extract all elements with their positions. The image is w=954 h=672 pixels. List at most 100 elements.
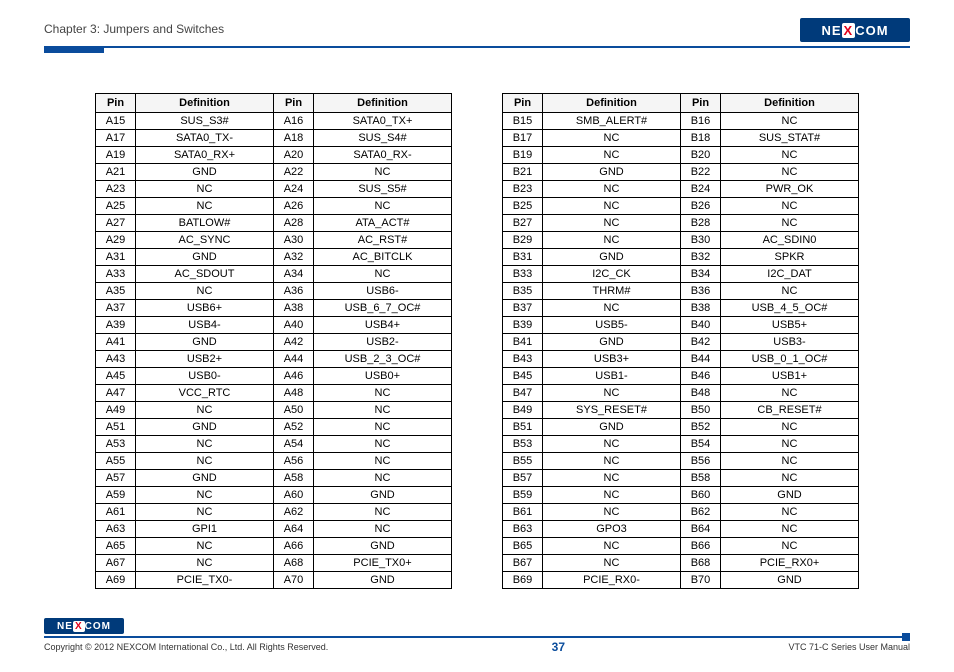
- pin-cell: A43: [96, 351, 136, 368]
- table-row: B51GNDB52NC: [503, 419, 859, 436]
- definition-cell: GPI1: [136, 521, 274, 538]
- definition-cell: USB_6_7_OC#: [314, 300, 452, 317]
- table-row: A55NCA56NC: [96, 453, 452, 470]
- col-definition: Definition: [314, 94, 452, 113]
- definition-cell: NC: [721, 453, 859, 470]
- table-row: B27NCB28NC: [503, 215, 859, 232]
- definition-cell: GPO3: [543, 521, 681, 538]
- pin-cell: B46: [681, 368, 721, 385]
- pin-cell: A37: [96, 300, 136, 317]
- definition-cell: CB_RESET#: [721, 402, 859, 419]
- table-row: A43USB2+A44USB_2_3_OC#: [96, 351, 452, 368]
- definition-cell: USB_4_5_OC#: [721, 300, 859, 317]
- definition-cell: NC: [721, 164, 859, 181]
- table-row: B39USB5-B40USB5+: [503, 317, 859, 334]
- definition-cell: NC: [543, 232, 681, 249]
- page-header: Chapter 3: Jumpers and Switches NE X COM: [44, 18, 910, 42]
- pin-cell: B29: [503, 232, 543, 249]
- definition-cell: GND: [721, 572, 859, 589]
- pin-cell: B45: [503, 368, 543, 385]
- definition-cell: NC: [543, 436, 681, 453]
- definition-cell: NC: [314, 453, 452, 470]
- definition-cell: SATA0_TX-: [136, 130, 274, 147]
- definition-cell: NC: [721, 436, 859, 453]
- table-row: B47NCB48NC: [503, 385, 859, 402]
- definition-cell: ATA_ACT#: [314, 215, 452, 232]
- table-row: B49SYS_RESET#B50CB_RESET#: [503, 402, 859, 419]
- pin-cell: A30: [274, 232, 314, 249]
- table-row: A63GPI1A64NC: [96, 521, 452, 538]
- logo-part-x: X: [73, 621, 85, 632]
- definition-cell: NC: [543, 198, 681, 215]
- pin-cell: B65: [503, 538, 543, 555]
- definition-cell: USB6+: [136, 300, 274, 317]
- definition-cell: NC: [543, 181, 681, 198]
- table-row: A67NCA68PCIE_TX0+: [96, 555, 452, 572]
- pin-cell: B31: [503, 249, 543, 266]
- pin-cell: A60: [274, 487, 314, 504]
- table-row: B15SMB_ALERT#B16NC: [503, 113, 859, 130]
- pin-cell: A18: [274, 130, 314, 147]
- col-pin: Pin: [96, 94, 136, 113]
- table-row: B21GNDB22NC: [503, 164, 859, 181]
- page-footer: NE X COM Copyright © 2012 NEXCOM Interna…: [44, 618, 910, 654]
- definition-cell: NC: [721, 198, 859, 215]
- table-row: B41GNDB42USB3-: [503, 334, 859, 351]
- pin-cell: A26: [274, 198, 314, 215]
- table-row: A23NCA24SUS_S5#: [96, 181, 452, 198]
- table-row: A33AC_SDOUTA34NC: [96, 266, 452, 283]
- definition-cell: NC: [721, 538, 859, 555]
- table-row: B17NCB18SUS_STAT#: [503, 130, 859, 147]
- definition-cell: SYS_RESET#: [543, 402, 681, 419]
- definition-cell: NC: [314, 198, 452, 215]
- definition-cell: NC: [543, 215, 681, 232]
- pin-cell: A68: [274, 555, 314, 572]
- pin-cell: A66: [274, 538, 314, 555]
- pin-cell: A63: [96, 521, 136, 538]
- col-definition: Definition: [721, 94, 859, 113]
- table-row: B43USB3+B44USB_0_1_OC#: [503, 351, 859, 368]
- definition-cell: NC: [543, 130, 681, 147]
- definition-cell: GND: [543, 334, 681, 351]
- pin-cell: A54: [274, 436, 314, 453]
- definition-cell: NC: [136, 436, 274, 453]
- pin-cell: A33: [96, 266, 136, 283]
- footer-nexcom-logo: NE X COM: [44, 618, 124, 634]
- definition-cell: USB0+: [314, 368, 452, 385]
- pin-cell: A36: [274, 283, 314, 300]
- table-row: B59NCB60GND: [503, 487, 859, 504]
- definition-cell: NC: [136, 181, 274, 198]
- pin-cell: A52: [274, 419, 314, 436]
- logo-part-x: X: [842, 23, 856, 38]
- pin-cell: A41: [96, 334, 136, 351]
- table-row: B63GPO3B64NC: [503, 521, 859, 538]
- pin-cell: A38: [274, 300, 314, 317]
- pin-cell: A20: [274, 147, 314, 164]
- pin-cell: B35: [503, 283, 543, 300]
- definition-cell: NC: [543, 538, 681, 555]
- definition-cell: NC: [543, 470, 681, 487]
- pin-cell: A44: [274, 351, 314, 368]
- definition-cell: NC: [721, 470, 859, 487]
- definition-cell: USB_2_3_OC#: [314, 351, 452, 368]
- table-row: B53NCB54NC: [503, 436, 859, 453]
- pin-cell: B36: [681, 283, 721, 300]
- definition-cell: NC: [314, 504, 452, 521]
- manual-title: VTC 71-C Series User Manual: [788, 642, 910, 652]
- definition-cell: AC_SYNC: [136, 232, 274, 249]
- pin-cell: A23: [96, 181, 136, 198]
- pin-cell: A34: [274, 266, 314, 283]
- table-row: A53NCA54NC: [96, 436, 452, 453]
- logo-part-ne: NE: [821, 23, 841, 38]
- logo-part-ne: NE: [57, 621, 73, 632]
- pin-cell: A55: [96, 453, 136, 470]
- pin-cell: A51: [96, 419, 136, 436]
- table-row: B55NCB56NC: [503, 453, 859, 470]
- pin-cell: B24: [681, 181, 721, 198]
- definition-cell: NC: [136, 538, 274, 555]
- pin-cell: A21: [96, 164, 136, 181]
- table-row: B19NCB20NC: [503, 147, 859, 164]
- pin-cell: B56: [681, 453, 721, 470]
- definition-cell: USB_0_1_OC#: [721, 351, 859, 368]
- pin-cell: B61: [503, 504, 543, 521]
